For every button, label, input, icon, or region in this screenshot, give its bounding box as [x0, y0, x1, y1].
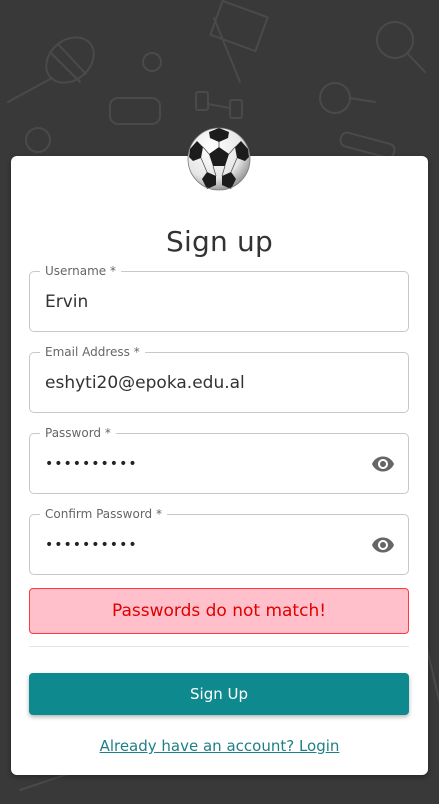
confirm-password-field[interactable]: Confirm Password * ••••••••••: [29, 506, 409, 575]
password-label: Password *: [40, 425, 116, 441]
page-title: Sign up: [166, 224, 273, 258]
confirm-password-value[interactable]: ••••••••••: [45, 534, 138, 556]
username-value[interactable]: Ervin: [45, 291, 88, 313]
soccer-ball-icon: [187, 127, 251, 191]
login-link[interactable]: Already have an account? Login: [11, 737, 428, 755]
eye-icon[interactable]: [370, 533, 396, 557]
email-label: Email Address *: [40, 344, 145, 360]
email-field[interactable]: Email Address * eshyti20@epoka.edu.al: [29, 344, 409, 413]
eye-icon[interactable]: [370, 452, 396, 476]
password-value[interactable]: ••••••••••: [45, 453, 138, 475]
signup-card: Sign up Username * Ervin Email Address *…: [11, 156, 428, 775]
username-label: Username *: [40, 263, 121, 279]
error-message: Passwords do not match!: [29, 588, 409, 634]
username-field[interactable]: Username * Ervin: [29, 263, 409, 332]
divider: [29, 646, 409, 647]
confirm-password-label: Confirm Password *: [40, 506, 167, 522]
sign-up-button[interactable]: Sign Up: [29, 673, 409, 715]
password-field[interactable]: Password * ••••••••••: [29, 425, 409, 494]
email-value[interactable]: eshyti20@epoka.edu.al: [45, 372, 245, 394]
